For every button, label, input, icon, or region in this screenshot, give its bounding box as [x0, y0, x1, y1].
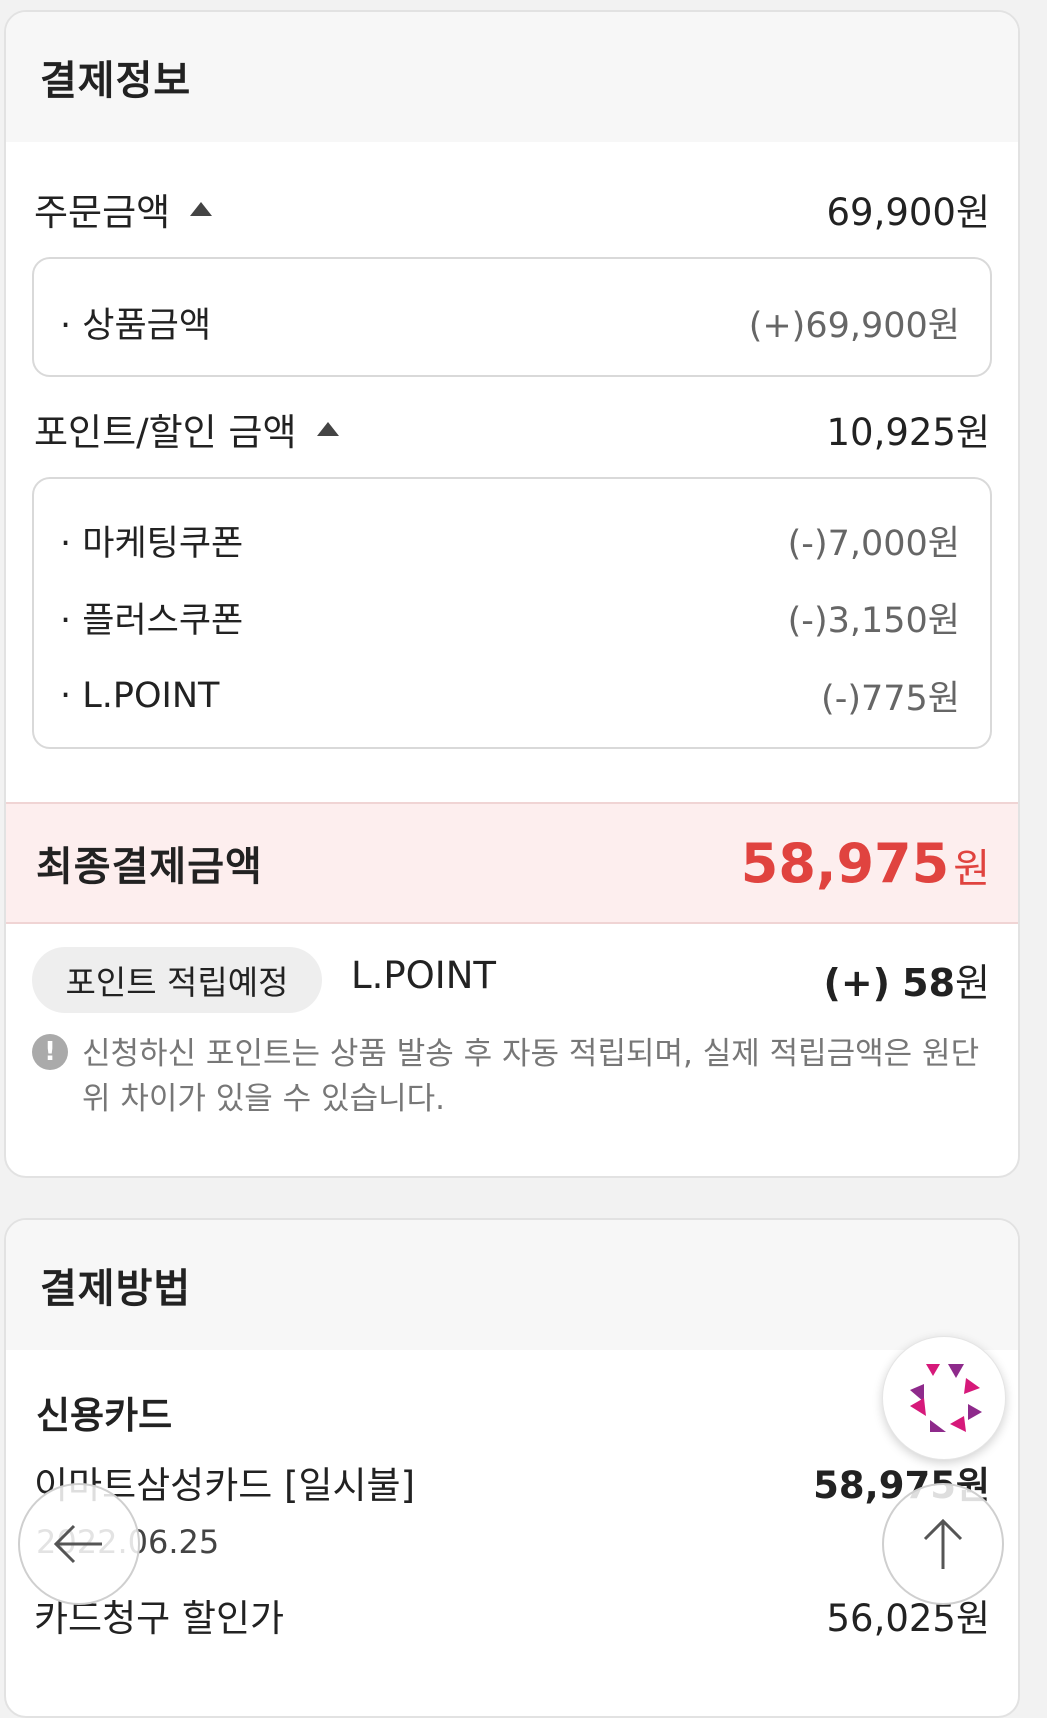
- final-payment-unit: 원: [953, 845, 990, 892]
- caret-up-icon: [190, 202, 213, 216]
- discount-item-value: (-)775원: [821, 679, 960, 719]
- payment-type: 신용카드: [36, 1394, 173, 1437]
- arrow-up-icon: [923, 1518, 963, 1569]
- date-row: 2022.06.25: [36, 1523, 990, 1561]
- point-amount: 58: [902, 961, 956, 1005]
- arrow-left-icon: [53, 1524, 102, 1564]
- chat-logo-button[interactable]: [882, 1336, 1006, 1460]
- discount-item-value: (-)7,000원: [787, 524, 960, 564]
- card-row: 이마트삼성카드 [일시불] 58,975원: [34, 1455, 990, 1509]
- point-accrual-value: (+) 58원: [823, 952, 990, 1007]
- point-notice-text: 신청하신 포인트는 상품 발송 후 자동 적립되며, 실제 적립금액은 원단위 …: [82, 1036, 980, 1117]
- discount-item-label: · 플러스쿠폰: [60, 601, 244, 641]
- discount-row-plus: · 플러스쿠폰 (-)3,150원: [60, 592, 960, 643]
- final-payment-label: 최종결제금액: [36, 844, 263, 890]
- discount-item-value: (-)3,150원: [787, 601, 960, 641]
- product-amount-label: · 상품금액: [60, 306, 212, 346]
- back-button[interactable]: [18, 1483, 140, 1605]
- point-notice: ! 신청하신 포인트는 상품 발송 후 자동 적립되며, 실제 적립금액은 원단…: [32, 1032, 992, 1122]
- final-payment-amount: 58,975: [740, 831, 950, 895]
- discount-item-label: · L.POINT: [60, 675, 220, 716]
- point-accrual-badge: 포인트 적립예정: [32, 947, 322, 1013]
- payment-info-card: 결제정보 주문금액 69,900원 · 상품금액 (+)69,900원 포인트/…: [4, 10, 1020, 1178]
- payment-info-title: 결제정보: [6, 12, 1018, 142]
- order-amount-toggle[interactable]: 주문금액 69,900원: [34, 182, 990, 236]
- final-payment-row: 최종결제금액 58,975 원: [6, 802, 1018, 924]
- discount-detail-box: · 마케팅쿠폰 (-)7,000원 · 플러스쿠폰 (-)3,150원 · L.…: [32, 477, 992, 749]
- exclamation-icon: !: [32, 1034, 68, 1070]
- order-amount-label: 주문금액: [34, 191, 171, 234]
- discount-item-label: · 마케팅쿠폰: [60, 524, 244, 564]
- card-discount-row: 카드청구 할인가 56,025원: [34, 1588, 990, 1642]
- caret-up-icon: [316, 422, 339, 436]
- discount-row-lpoint: · L.POINT (-)775원: [60, 670, 960, 721]
- scroll-top-button[interactable]: [882, 1483, 1004, 1605]
- point-name: L.POINT: [351, 954, 497, 997]
- order-detail-box: · 상품금액 (+)69,900원: [32, 257, 992, 377]
- order-amount-value: 69,900원: [826, 191, 990, 234]
- discount-row-marketing: · 마케팅쿠폰 (-)7,000원: [60, 515, 960, 566]
- product-amount-value: (+)69,900원: [748, 306, 960, 346]
- payment-method-title: 결제방법: [6, 1220, 1018, 1350]
- point-unit: 원: [955, 961, 990, 1005]
- discount-amount-value: 10,925원: [826, 411, 990, 454]
- discount-amount-toggle[interactable]: 포인트/할인 금액 10,925원: [34, 402, 990, 456]
- discount-amount-label: 포인트/할인 금액: [34, 411, 297, 454]
- order-detail-row: · 상품금액 (+)69,900원: [60, 297, 960, 348]
- chat-logo-icon: [910, 1364, 982, 1432]
- payment-method-card: 결제방법 신용카드 이마트삼성카드 [일시불] 58,975원 2022.06.…: [4, 1218, 1020, 1718]
- point-prefix: (+): [823, 961, 891, 1005]
